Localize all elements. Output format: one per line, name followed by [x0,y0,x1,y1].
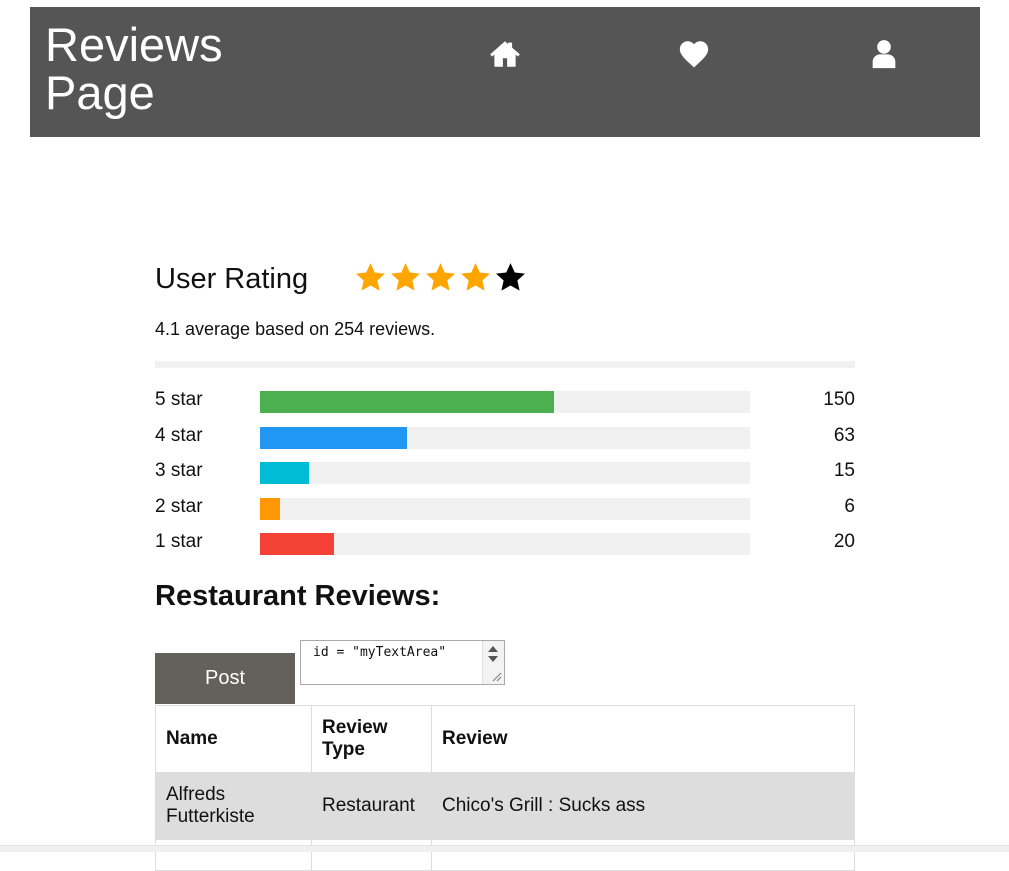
review-textarea-wrapper [300,640,505,685]
rating-bar-row: 2 star 6 [155,495,855,534]
bar-count: 150 [823,389,855,410]
rating-bar-row: 4 star 63 [155,424,855,463]
bar-track [260,462,750,484]
rating-heading: User Rating [155,263,309,295]
page-title: Reviews Page [45,18,223,119]
column-header-name: Name [155,705,312,773]
bar-fill [260,391,554,413]
star-filled-icon [459,261,492,294]
bar-label: 5 star [155,389,203,410]
bar-count: 15 [833,460,855,481]
scroll-up-icon[interactable] [488,646,498,652]
bar-fill [260,462,309,484]
heart-icon[interactable] [677,37,711,71]
bar-track [260,391,750,413]
bar-label: 1 star [155,531,203,552]
bar-label: 2 star [155,495,203,517]
table-row: Alfreds Futterkiste Restaurant Chico's G… [155,772,855,840]
star-empty-icon [494,261,527,294]
bar-fill [260,533,334,555]
star-filled-icon [424,261,457,294]
bar-count: 6 [844,495,855,517]
user-icon[interactable] [867,37,901,71]
scroll-down-icon[interactable] [488,656,498,662]
resize-grip-icon[interactable] [491,671,502,682]
bar-count: 63 [833,424,855,446]
cell-name: Alfreds Futterkiste [155,772,312,840]
rating-breakdown: 5 star 150 4 star 63 3 star 15 2 star 6 1 star 20 [155,389,855,569]
horizontal-scrollbar[interactable] [0,845,1009,852]
cell-review: Chico's Grill : Sucks ass [431,772,855,840]
bar-track [260,426,750,449]
bar-count: 20 [833,531,855,552]
bar-track [260,533,750,555]
rating-bar-row: 3 star 15 [155,460,855,498]
divider [155,361,855,368]
bar-track [260,497,750,520]
cell-review-type: Restaurant [311,772,432,840]
bar-label: 4 star [155,424,203,446]
home-icon[interactable] [488,37,522,71]
rating-bar-row: 5 star 150 [155,389,855,427]
review-textarea[interactable] [301,641,483,684]
user-rating-section: User Rating 4.1 average based on 254 rev… [155,255,855,368]
star-filled-icon [354,261,387,294]
rating-bar-row: 1 star 20 [155,531,855,569]
reviews-heading: Restaurant Reviews: [155,580,441,612]
post-button[interactable]: Post [155,653,295,704]
bar-label: 3 star [155,460,203,481]
rating-summary: 4.1 average based on 254 reviews. [155,319,436,339]
header-bar: Reviews Page [30,7,980,137]
star-filled-icon [389,261,422,294]
column-header-review-type: Review Type [311,705,432,773]
column-header-review: Review [431,705,855,773]
table-header-row: Name Review Type Review [155,705,855,773]
bar-fill [260,426,407,449]
star-rating [354,261,529,295]
bar-fill [260,497,280,520]
